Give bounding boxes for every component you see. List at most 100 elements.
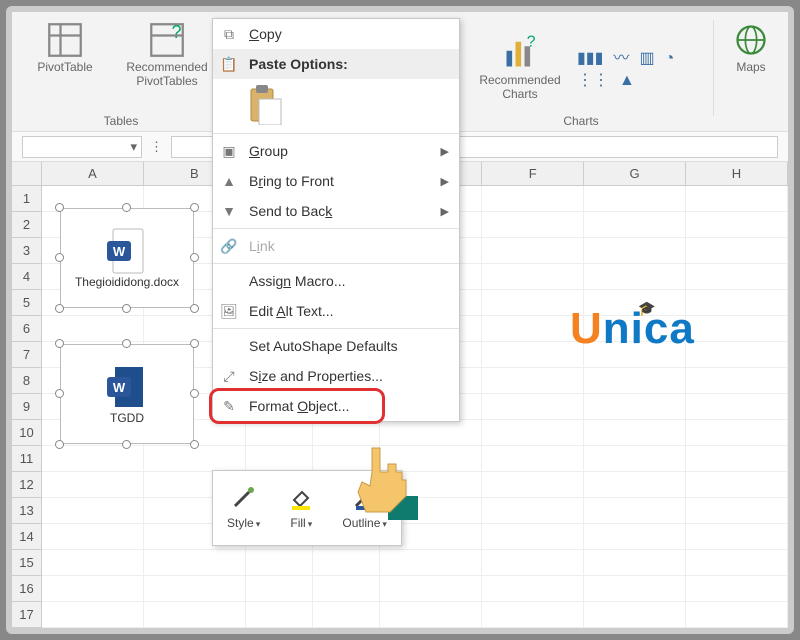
- recommended-pivottables-button[interactable]: ? Recommended PivotTables: [112, 18, 222, 89]
- cell[interactable]: [686, 550, 788, 576]
- cell[interactable]: [584, 576, 686, 602]
- cell[interactable]: [686, 186, 788, 212]
- cell[interactable]: [584, 212, 686, 238]
- pie-chart-icon[interactable]: ◔: [665, 51, 675, 67]
- cell[interactable]: [686, 420, 788, 446]
- embedded-object-2[interactable]: W TGDD: [60, 344, 194, 444]
- cell[interactable]: [246, 446, 313, 472]
- cell[interactable]: [482, 394, 584, 420]
- cell[interactable]: [584, 264, 686, 290]
- maps-button[interactable]: Maps: [721, 18, 781, 74]
- cell[interactable]: [584, 472, 686, 498]
- bar-chart-icon[interactable]: ▮▮▮: [577, 51, 603, 67]
- cell[interactable]: [584, 602, 686, 628]
- column-chart-icon[interactable]: ▥: [639, 51, 654, 67]
- cell[interactable]: [380, 550, 482, 576]
- style-button[interactable]: Style▾: [227, 486, 260, 530]
- cell[interactable]: [144, 446, 246, 472]
- cell[interactable]: [482, 342, 584, 368]
- row-6[interactable]: 6: [12, 316, 42, 342]
- cell[interactable]: [144, 602, 246, 628]
- cell[interactable]: [380, 602, 482, 628]
- col-H[interactable]: H: [686, 162, 788, 186]
- cell[interactable]: [584, 186, 686, 212]
- cell[interactable]: [686, 368, 788, 394]
- menu-set-autoshape-defaults[interactable]: Set AutoShape Defaults: [213, 331, 459, 361]
- recommended-charts-button[interactable]: ? Recommended Charts: [465, 31, 575, 102]
- menu-format-object[interactable]: ✎ Format Object...: [213, 391, 459, 421]
- cell[interactable]: [482, 368, 584, 394]
- cell[interactable]: [686, 602, 788, 628]
- menu-copy[interactable]: ⧉ Copy: [213, 19, 459, 49]
- cell[interactable]: [482, 420, 584, 446]
- row-17[interactable]: 17: [12, 602, 42, 628]
- cell[interactable]: [246, 420, 313, 446]
- cell[interactable]: [246, 576, 313, 602]
- cell[interactable]: [42, 524, 144, 550]
- cell[interactable]: [144, 550, 246, 576]
- row-11[interactable]: 11: [12, 446, 42, 472]
- cell[interactable]: [246, 550, 313, 576]
- cell[interactable]: [686, 212, 788, 238]
- cell[interactable]: [313, 576, 380, 602]
- cell[interactable]: [482, 446, 584, 472]
- cell[interactable]: [482, 576, 584, 602]
- row-1[interactable]: 1: [12, 186, 42, 212]
- cell[interactable]: [42, 472, 144, 498]
- row-13[interactable]: 13: [12, 498, 42, 524]
- row-10[interactable]: 10: [12, 420, 42, 446]
- cell[interactable]: [482, 550, 584, 576]
- cell[interactable]: [482, 316, 584, 342]
- row-12[interactable]: 12: [12, 472, 42, 498]
- menu-group[interactable]: ▣ Group▶: [213, 136, 459, 166]
- menu-edit-alt-text[interactable]: 🖼 Edit Alt Text...: [213, 296, 459, 326]
- row-15[interactable]: 15: [12, 550, 42, 576]
- cell[interactable]: [482, 498, 584, 524]
- menu-size-and-properties[interactable]: ⤢ Size and Properties...: [213, 361, 459, 391]
- cell[interactable]: [482, 212, 584, 238]
- row-8[interactable]: 8: [12, 368, 42, 394]
- cell[interactable]: [482, 602, 584, 628]
- paste-option-keep-source[interactable]: [213, 79, 459, 131]
- cell[interactable]: [482, 264, 584, 290]
- menu-bring-to-front[interactable]: ▲ Bring to Front▶: [213, 166, 459, 196]
- chart-type-gallery[interactable]: ▮▮▮ 〰 ▥ ◔ ⋮⋮ ▲: [577, 43, 697, 89]
- col-A[interactable]: A: [42, 162, 144, 186]
- cell[interactable]: [42, 602, 144, 628]
- cell[interactable]: [144, 576, 246, 602]
- cell[interactable]: [42, 316, 144, 342]
- cell[interactable]: [482, 290, 584, 316]
- cell[interactable]: [246, 602, 313, 628]
- row-5[interactable]: 5: [12, 290, 42, 316]
- row-2[interactable]: 2: [12, 212, 42, 238]
- menu-send-to-back[interactable]: ▼ Send to Back▶: [213, 196, 459, 226]
- cell[interactable]: [42, 498, 144, 524]
- cell[interactable]: [686, 316, 788, 342]
- cell[interactable]: [584, 498, 686, 524]
- col-F[interactable]: F: [482, 162, 584, 186]
- cell[interactable]: [313, 550, 380, 576]
- area-chart-icon[interactable]: ▲: [619, 73, 635, 89]
- select-all-corner[interactable]: [12, 162, 42, 186]
- cell[interactable]: [584, 524, 686, 550]
- row-4[interactable]: 4: [12, 264, 42, 290]
- cell[interactable]: [584, 420, 686, 446]
- cell[interactable]: [686, 576, 788, 602]
- row-16[interactable]: 16: [12, 576, 42, 602]
- cell[interactable]: [584, 446, 686, 472]
- pivottable-button[interactable]: PivotTable: [20, 18, 110, 74]
- row-9[interactable]: 9: [12, 394, 42, 420]
- row-headers[interactable]: 1 2 3 4 5 6 7 8 9 10 11 12 13 14 15 16 1…: [12, 186, 42, 628]
- cell[interactable]: [482, 186, 584, 212]
- cell[interactable]: [686, 446, 788, 472]
- cell[interactable]: [42, 550, 144, 576]
- cell[interactable]: [686, 264, 788, 290]
- cell[interactable]: [686, 498, 788, 524]
- cell[interactable]: [686, 290, 788, 316]
- cell[interactable]: [42, 576, 144, 602]
- line-chart-icon[interactable]: 〰: [613, 51, 629, 67]
- cell[interactable]: [686, 524, 788, 550]
- cell[interactable]: [42, 446, 144, 472]
- cell[interactable]: [313, 602, 380, 628]
- cell[interactable]: [584, 238, 686, 264]
